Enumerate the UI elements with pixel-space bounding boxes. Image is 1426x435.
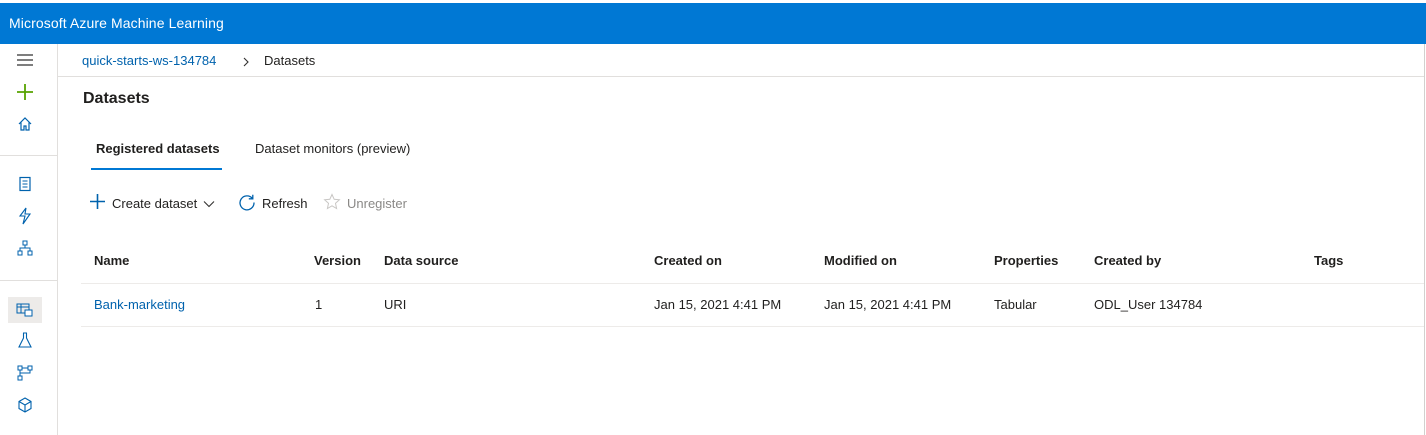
cell-created-on: Jan 15, 2021 4:41 PM [654, 297, 782, 312]
chevron-right-icon [242, 55, 250, 70]
notebook-icon[interactable] [13, 172, 37, 196]
cell-created-by: ODL_User 134784 [1094, 297, 1203, 312]
column-header-modified-on[interactable]: Modified on [824, 253, 897, 268]
column-header-tags[interactable]: Tags [1314, 253, 1343, 268]
home-icon[interactable] [13, 112, 37, 136]
breadcrumb: quick-starts-ws-134784 Datasets [58, 44, 1424, 77]
plus-icon[interactable] [13, 80, 37, 104]
column-header-name[interactable]: Name [94, 253, 129, 268]
unregister-button[interactable]: Unregister [323, 192, 407, 214]
create-dataset-label: Create dataset [112, 195, 198, 211]
page-title: Datasets [83, 90, 150, 107]
header-divider [81, 283, 1424, 284]
tab-dataset-monitors[interactable]: Dataset monitors (preview) [255, 141, 410, 156]
cell-properties: Tabular [994, 297, 1037, 312]
star-icon [323, 192, 341, 214]
cell-data-source: URI [384, 297, 407, 312]
column-header-data-source[interactable]: Data source [384, 253, 458, 268]
breadcrumb-current: Datasets [264, 53, 316, 68]
designer-icon[interactable] [13, 236, 37, 260]
tab-registered-datasets[interactable]: Registered datasets [96, 141, 220, 156]
window-edge [1424, 44, 1425, 435]
refresh-button[interactable]: Refresh [238, 193, 308, 213]
models-icon[interactable] [13, 393, 37, 417]
left-nav [0, 44, 58, 435]
menu-icon[interactable] [13, 48, 37, 72]
automl-icon[interactable] [13, 204, 37, 228]
row-divider [81, 326, 1424, 327]
experiments-icon[interactable] [13, 329, 37, 353]
plus-icon [89, 193, 106, 213]
column-header-version[interactable]: Version [314, 253, 361, 268]
refresh-icon [238, 193, 256, 214]
active-tab-indicator [91, 168, 222, 170]
column-header-properties[interactable]: Properties [994, 253, 1058, 268]
pipelines-icon[interactable] [13, 361, 37, 385]
column-header-created-on[interactable]: Created on [654, 253, 722, 268]
app-title[interactable]: Microsoft Azure Machine Learning [9, 15, 224, 31]
datasets-icon[interactable] [8, 297, 42, 323]
refresh-label: Refresh [262, 195, 308, 211]
column-header-created-by[interactable]: Created by [1094, 253, 1161, 268]
chevron-down-icon[interactable] [203, 196, 215, 211]
create-dataset-button[interactable]: Create dataset [89, 193, 215, 213]
top-bar: Microsoft Azure Machine Learning [0, 0, 1426, 44]
cell-version: 1 [315, 297, 323, 312]
nav-divider [0, 280, 57, 281]
dataset-name-link[interactable]: Bank-marketing [94, 297, 185, 312]
breadcrumb-workspace-link[interactable]: quick-starts-ws-134784 [82, 53, 216, 68]
cell-modified-on: Jan 15, 2021 4:41 PM [824, 297, 952, 312]
nav-divider [0, 155, 57, 156]
unregister-label: Unregister [347, 195, 407, 211]
